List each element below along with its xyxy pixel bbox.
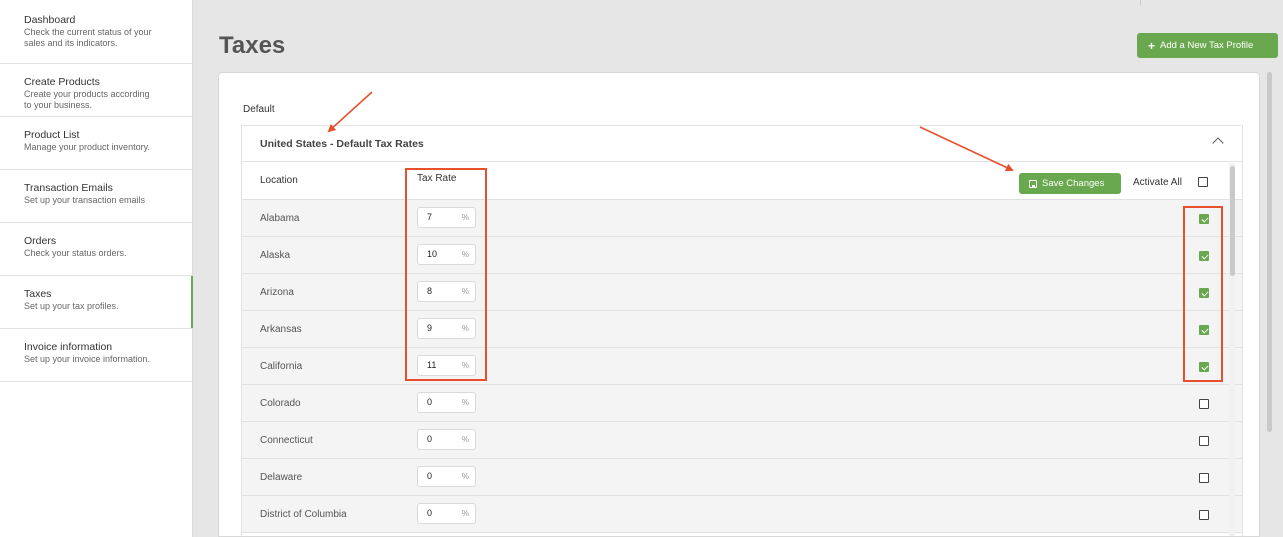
tax-rate-field[interactable]: % xyxy=(417,429,476,450)
row-active-checkbox[interactable] xyxy=(1199,399,1209,409)
tax-rate-field[interactable]: % xyxy=(417,466,476,487)
sidebar-item-title: Transaction Emails xyxy=(24,182,113,194)
sidebar-item-create-products[interactable]: Create Products Create your products acc… xyxy=(0,64,192,117)
tax-rate-highlight-box xyxy=(405,168,487,381)
tax-rate-rows: Alabama % Alaska % Arizona % xyxy=(242,200,1242,533)
page-scrollbar-thumb[interactable] xyxy=(1267,72,1272,432)
row-location: District of Columbia xyxy=(260,509,347,520)
sidebar-item-invoice-information[interactable]: Invoice information Set up your invoice … xyxy=(0,329,192,382)
tax-rate-input[interactable] xyxy=(427,471,457,481)
table-row: Alaska % xyxy=(242,237,1242,274)
row-location: Arkansas xyxy=(260,324,302,335)
table-row: Arizona % xyxy=(242,274,1242,311)
sidebar-item-title: Invoice information xyxy=(24,341,113,353)
tax-rate-input[interactable] xyxy=(427,508,457,518)
page-title: Taxes xyxy=(219,32,286,59)
sidebar-item-desc: Manage your product inventory. xyxy=(24,142,150,152)
sidebar-item-desc: Check the current status of your sales a… xyxy=(24,27,152,48)
sidebar-item-taxes[interactable]: Taxes Set up your tax profiles. xyxy=(0,276,193,329)
row-active-checkbox[interactable] xyxy=(1199,510,1209,520)
row-location: California xyxy=(260,361,303,372)
sidebar-item-desc: Set up your tax profiles. xyxy=(24,301,119,311)
table-row: District of Columbia % xyxy=(242,496,1242,533)
sidebar: Dashboard Check the current status of yo… xyxy=(0,0,193,537)
sidebar-item-title: Taxes xyxy=(24,288,52,300)
sidebar-item-transaction-emails[interactable]: Transaction Emails Set up your transacti… xyxy=(0,170,192,223)
percent-suffix: % xyxy=(461,472,469,481)
tax-rates-panel: United States - Default Tax Rates Locati… xyxy=(241,125,1243,536)
percent-suffix: % xyxy=(461,435,469,444)
sidebar-item-product-list[interactable]: Product List Manage your product invento… xyxy=(0,117,192,170)
table-row: Colorado % xyxy=(242,385,1242,422)
row-location: Connecticut xyxy=(260,435,313,446)
panel-scrollbar-thumb[interactable] xyxy=(1230,166,1235,276)
percent-suffix: % xyxy=(461,509,469,518)
table-row: California % xyxy=(242,348,1242,385)
tax-rate-field[interactable]: % xyxy=(417,392,476,413)
sidebar-item-title: Create Products xyxy=(24,76,100,88)
table-row: Arkansas % xyxy=(242,311,1242,348)
column-header-location: Location xyxy=(260,175,298,186)
row-active-checkbox[interactable] xyxy=(1199,436,1209,446)
save-changes-label: Save Changes xyxy=(1042,178,1105,189)
sidebar-item-dashboard[interactable]: Dashboard Check the current status of yo… xyxy=(0,0,192,64)
sidebar-item-title: Dashboard xyxy=(24,14,76,26)
sidebar-item-orders[interactable]: Orders Check your status orders. xyxy=(0,223,192,276)
table-header: Location Tax Rate Save Changes Activate … xyxy=(242,162,1242,200)
add-tax-profile-button[interactable]: + Add a New Tax Profile xyxy=(1137,33,1278,58)
row-location: Arizona xyxy=(260,287,294,298)
section-label: Default xyxy=(243,104,275,115)
plus-icon: + xyxy=(1148,38,1156,53)
row-location: Alabama xyxy=(260,213,300,224)
checkbox-highlight-box xyxy=(1183,206,1223,382)
save-changes-button[interactable]: Save Changes xyxy=(1019,173,1121,194)
add-tax-profile-label: Add a New Tax Profile xyxy=(1160,40,1254,51)
tax-rate-field[interactable]: % xyxy=(417,503,476,524)
sidebar-item-desc: Set up your invoice information. xyxy=(24,354,151,364)
sidebar-item-title: Product List xyxy=(24,129,80,141)
chevron-up-icon[interactable] xyxy=(1212,137,1224,149)
tax-rate-input[interactable] xyxy=(427,397,457,407)
tax-rate-input[interactable] xyxy=(427,434,457,444)
percent-suffix: % xyxy=(461,398,469,407)
row-active-checkbox[interactable] xyxy=(1199,473,1209,483)
save-icon xyxy=(1029,179,1037,188)
table-row: Alabama % xyxy=(242,200,1242,237)
divider xyxy=(1140,0,1141,6)
table-row: Connecticut % xyxy=(242,422,1242,459)
row-location: Colorado xyxy=(260,398,301,409)
row-location: Delaware xyxy=(260,472,303,483)
sidebar-item-title: Orders xyxy=(24,235,57,247)
panel-title: United States - Default Tax Rates xyxy=(260,137,424,150)
sidebar-item-desc: Check your status orders. xyxy=(24,248,127,258)
panel-header[interactable]: United States - Default Tax Rates xyxy=(242,126,1242,162)
row-location: Alaska xyxy=(260,250,291,261)
activate-all-checkbox[interactable] xyxy=(1198,177,1208,187)
table-row: Delaware % xyxy=(242,459,1242,496)
sidebar-item-desc: Create your products according to your b… xyxy=(24,89,150,110)
tax-profile-card: Default United States - Default Tax Rate… xyxy=(218,72,1260,537)
activate-all-label: Activate All xyxy=(1133,177,1182,188)
sidebar-item-desc: Set up your transaction emails xyxy=(24,195,146,205)
